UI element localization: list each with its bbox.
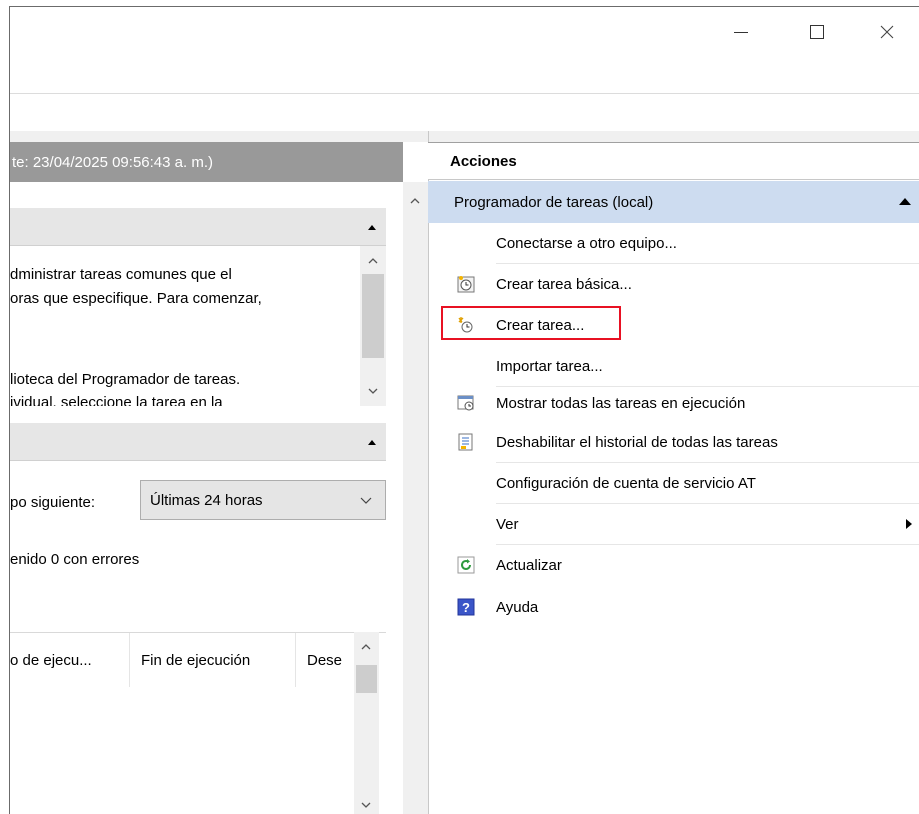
column-header-label: o de ejecu... [10, 651, 92, 669]
actions-pane-title: Acciones [428, 142, 919, 180]
actions-title: Acciones [450, 152, 517, 170]
maximize-icon [810, 25, 824, 39]
collapse-up-icon[interactable] [898, 197, 912, 206]
overview-line: lioteca del Programador de tareas. [10, 371, 241, 388]
column-header-trigger[interactable]: Dese [296, 633, 354, 687]
chevron-down-icon [360, 497, 372, 504]
action-view[interactable]: Ver [428, 504, 919, 544]
action-connect-computer[interactable]: Conectarse a otro equipo... [428, 223, 919, 263]
action-label: Ver [496, 515, 519, 533]
action-label: Deshabilitar el historial de todas las t… [496, 433, 778, 451]
action-at-service-account[interactable]: Configuración de cuenta de servicio AT [428, 463, 919, 503]
scroll-up-icon[interactable] [360, 642, 372, 652]
action-show-running-tasks[interactable]: Mostrar todas las tareas en ejecución [428, 383, 919, 423]
action-import-task[interactable]: Importar tarea... [428, 346, 919, 386]
minimize-button[interactable] [718, 9, 764, 55]
help-icon: ? [457, 598, 475, 616]
task-status-table: o de ejecu... Fin de ejecución Dese [10, 632, 386, 814]
refresh-icon [457, 556, 475, 574]
basic-task-icon [457, 275, 475, 293]
scroll-down-icon[interactable] [367, 386, 379, 396]
column-header-label: Fin de ejecución [141, 651, 251, 669]
overview-scrollbar[interactable] [360, 246, 386, 406]
overview-line: oras que especifique. Para comenzar, [10, 290, 262, 307]
status-summary: enido 0 con errores [10, 551, 140, 568]
action-label: Importar tarea... [496, 357, 603, 375]
collapse-icon[interactable] [368, 225, 376, 230]
action-label: Crear tarea básica... [496, 275, 632, 293]
maximize-button[interactable] [794, 9, 840, 55]
scroll-up-icon[interactable] [367, 256, 379, 266]
scroll-down-icon[interactable] [360, 800, 372, 810]
actions-group-label: Programador de tareas (local) [454, 193, 654, 211]
close-icon [880, 25, 894, 39]
column-header-label: Dese [307, 651, 343, 669]
scrollbar-thumb[interactable] [362, 274, 384, 358]
column-header-end[interactable]: Fin de ejecución [130, 633, 296, 687]
left-pane-scrollbar[interactable] [403, 182, 428, 814]
actions-group-header[interactable]: Programador de tareas (local) [428, 181, 919, 223]
action-label: Actualizar [496, 556, 562, 574]
status-section-header[interactable] [10, 423, 386, 461]
filter-label: po siguiente: [10, 494, 96, 511]
scrollbar-thumb[interactable] [356, 665, 377, 693]
collapse-icon[interactable] [368, 440, 376, 445]
scroll-up-icon[interactable] [409, 196, 421, 206]
action-create-basic-task[interactable]: Crear tarea básica... [428, 264, 919, 304]
table-scrollbar[interactable] [354, 632, 379, 814]
action-label: Ayuda [496, 598, 539, 616]
overview-text-area: dministrar tareas comunes que el oras qu… [10, 246, 360, 406]
action-help[interactable]: ? Ayuda [428, 587, 919, 627]
svg-text:?: ? [462, 600, 470, 615]
overview-line: dministrar tareas comunes que el [10, 266, 232, 283]
overview-section-header[interactable] [10, 208, 386, 246]
time-filter-select[interactable]: Últimas 24 horas [140, 480, 386, 520]
running-tasks-icon [457, 394, 475, 412]
action-label: Conectarse a otro equipo... [496, 234, 677, 252]
action-label: Mostrar todas las tareas en ejecución [496, 394, 746, 412]
column-header-start[interactable]: o de ejecu... [10, 633, 130, 687]
submenu-arrow-icon [906, 519, 912, 529]
minimize-icon [734, 31, 748, 33]
menubar-divider [10, 93, 919, 94]
action-disable-history[interactable]: Deshabilitar el historial de todas las t… [428, 422, 919, 462]
highlight-box [441, 306, 621, 340]
overview-line: ividual, seleccione la tarea en la [10, 394, 223, 406]
time-filter-value: Últimas 24 horas [150, 491, 263, 509]
history-icon [457, 433, 475, 451]
close-button[interactable] [864, 9, 910, 55]
toolbar-strip [10, 131, 919, 142]
last-refresh-text: te: 23/04/2025 09:56:43 a. m.) [12, 153, 213, 171]
action-refresh[interactable]: Actualizar [428, 545, 919, 585]
action-label: Configuración de cuenta de servicio AT [496, 474, 756, 492]
summary-header: te: 23/04/2025 09:56:43 a. m.) [10, 142, 403, 182]
